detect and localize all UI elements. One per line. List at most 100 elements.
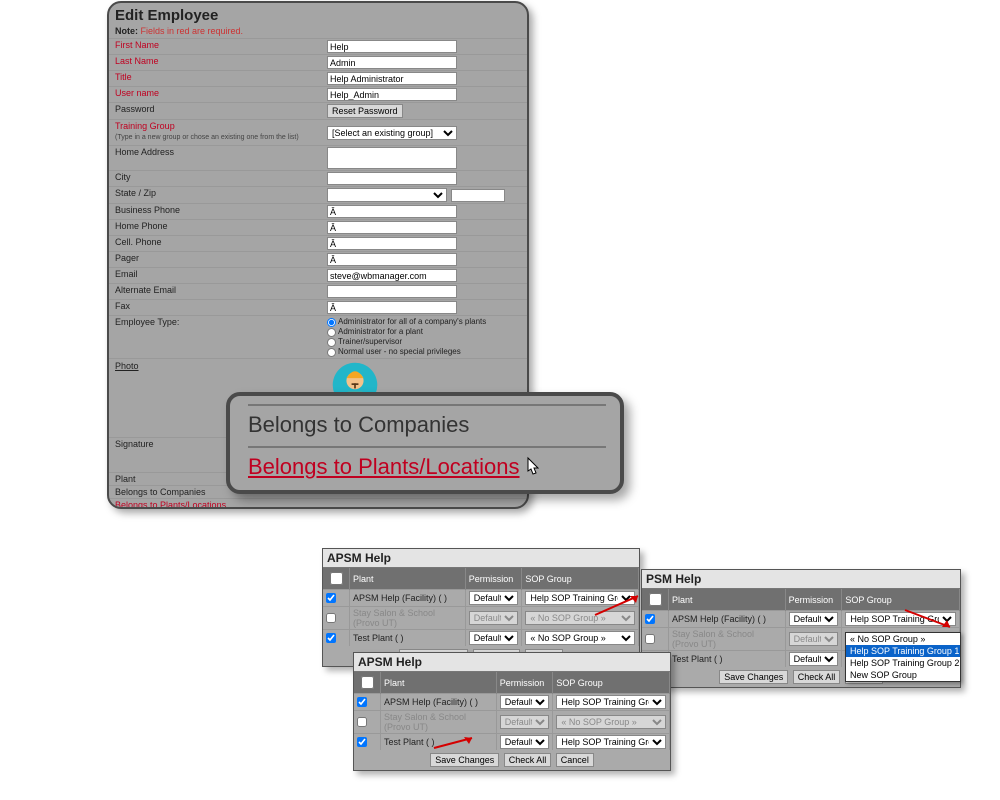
label-first-name: First Name	[109, 39, 327, 54]
plant-cell: APSM Help (Facility) ( )	[669, 611, 786, 628]
table-row: Stay Salon & School (Provo UT)Default « N…	[354, 711, 670, 734]
plant-cell: Test Plant ( )	[350, 630, 466, 647]
sop-group-select[interactable]: Help SOP Training Group 1	[525, 591, 635, 605]
dropdown-option[interactable]: Help SOP Training Group 1	[846, 645, 960, 657]
callout-plants-link[interactable]: Belongs to Plants/Locations	[248, 448, 606, 486]
col-plant: Plant	[381, 672, 497, 694]
col-plant: Plant	[350, 568, 466, 590]
belongs-callout: Belongs to Companies Belongs to Plants/L…	[226, 392, 624, 494]
label-fax: Fax	[109, 300, 327, 315]
table-row: Stay Salon & School (Provo UT)Default« N…	[323, 607, 639, 630]
row-checkbox[interactable]	[357, 697, 367, 707]
apsm2-save-button[interactable]: Save Changes	[719, 670, 788, 684]
fax-input[interactable]	[327, 301, 457, 314]
apsm3-check-all-header[interactable]	[361, 676, 374, 689]
employee-type-radios: Administrator for all of a company's pla…	[327, 317, 486, 357]
table-row: APSM Help (Facility) ( )DefaultHelp SOP …	[354, 694, 670, 711]
required-note: Note: Fields in red are required.	[109, 26, 527, 38]
row-checkbox[interactable]	[326, 593, 336, 603]
label-state-zip: State / Zip	[109, 187, 327, 203]
col-permission: Permission	[496, 672, 553, 694]
plant-cell: APSM Help (Facility) ( )	[350, 590, 466, 607]
alt-email-input[interactable]	[327, 285, 457, 298]
permission-select[interactable]: Default	[469, 611, 519, 625]
username-input[interactable]	[327, 88, 457, 101]
plant-cell: Stay Salon & School (Provo UT)	[381, 711, 497, 734]
business-phone-input[interactable]	[327, 205, 457, 218]
permission-select[interactable]: Default	[789, 612, 839, 626]
pager-input[interactable]	[327, 253, 457, 266]
sop-group-select[interactable]: Help SOP Training Group 1	[556, 695, 666, 709]
apsm3-checkall-button[interactable]: Check All	[504, 753, 552, 767]
zip-input[interactable]	[451, 189, 505, 202]
email-input[interactable]	[327, 269, 457, 282]
training-group-select[interactable]: [Select an existing group]	[327, 126, 457, 140]
label-username: User name	[109, 87, 327, 102]
plant-cell: Stay Salon & School (Provo UT)	[669, 628, 786, 651]
callout-companies[interactable]: Belongs to Companies	[248, 404, 606, 448]
row-checkbox[interactable]	[326, 633, 336, 643]
sop-group-select[interactable]: Help SOP Training Group 1	[845, 612, 956, 626]
cell-phone-input[interactable]	[327, 237, 457, 250]
first-name-input[interactable]	[327, 40, 457, 53]
permission-select[interactable]: Default	[500, 695, 550, 709]
radio-normal[interactable]	[327, 348, 336, 357]
label-training-group: Training Group (Type in a new group or c…	[109, 120, 327, 145]
apsm1-check-all-header[interactable]	[330, 572, 343, 585]
label-password: Password	[109, 103, 327, 119]
apsm3-cancel-button[interactable]: Cancel	[556, 753, 594, 767]
radio-admin-company[interactable]	[327, 318, 336, 327]
reset-password-button[interactable]: Reset Password	[327, 104, 403, 118]
sop-group-dropdown-open[interactable]: « No SOP Group »Help SOP Training Group …	[845, 632, 961, 682]
label-business-phone: Business Phone	[109, 204, 327, 219]
city-input[interactable]	[327, 172, 457, 185]
table-row: APSM Help (Facility) ( )Default Help SOP …	[642, 611, 960, 628]
table-row: APSM Help (Facility) ( )Default Help SOP …	[323, 590, 639, 607]
home-address-input[interactable]	[327, 147, 457, 169]
permission-select[interactable]: Default	[789, 652, 839, 666]
row-checkbox[interactable]	[326, 613, 336, 623]
sop-group-select[interactable]: « No SOP Group »	[525, 611, 635, 625]
apsm2-title: PSM Help	[642, 570, 960, 589]
label-city: City	[109, 171, 327, 186]
col-permission: Permission	[785, 589, 842, 611]
row-checkbox[interactable]	[645, 634, 655, 644]
row-checkbox[interactable]	[645, 614, 655, 624]
label-employee-type: Employee Type:	[109, 316, 327, 358]
panel-title: Edit Employee	[109, 3, 527, 26]
label-home-phone: Home Phone	[109, 220, 327, 235]
dropdown-option[interactable]: « No SOP Group »	[846, 633, 960, 645]
table-row: Test Plant ( )DefaultHelp SOP Training G…	[354, 734, 670, 751]
permission-select[interactable]: Default	[789, 632, 839, 646]
sop-group-select[interactable]: « No SOP Group »	[556, 715, 666, 729]
row-checkbox[interactable]	[357, 737, 367, 747]
sop-group-select[interactable]: « No SOP Group »	[525, 631, 635, 645]
apsm1-table: Plant Permission SOP Group APSM Help (Fa…	[323, 568, 639, 646]
radio-trainer[interactable]	[327, 338, 336, 347]
dropdown-option[interactable]: New SOP Group	[846, 669, 960, 681]
label-email: Email	[109, 268, 327, 283]
permission-select[interactable]: Default	[469, 631, 519, 645]
title-input[interactable]	[327, 72, 457, 85]
apsm3-save-button[interactable]: Save Changes	[430, 753, 499, 767]
dropdown-option[interactable]: Help SOP Training Group 2	[846, 657, 960, 669]
apsm1-title: APSM Help	[323, 549, 639, 568]
permission-select[interactable]: Default	[469, 591, 519, 605]
apsm2-check-all-header[interactable]	[649, 593, 662, 606]
col-sop: SOP Group	[522, 568, 639, 590]
row-belongs-plants[interactable]: Belongs to Plants/Locations	[109, 498, 527, 509]
apsm3-title: APSM Help	[354, 653, 670, 672]
col-sop: SOP Group	[553, 672, 670, 694]
label-last-name: Last Name	[109, 55, 327, 70]
label-cell-phone: Cell. Phone	[109, 236, 327, 251]
apsm2-checkall-button[interactable]: Check All	[793, 670, 841, 684]
sop-group-select[interactable]: Help SOP Training Group 1	[556, 735, 666, 749]
last-name-input[interactable]	[327, 56, 457, 69]
label-title: Title	[109, 71, 327, 86]
state-select[interactable]	[327, 188, 447, 202]
permission-select[interactable]: Default	[500, 715, 550, 729]
permission-select[interactable]: Default	[500, 735, 550, 749]
radio-admin-plant[interactable]	[327, 328, 336, 337]
home-phone-input[interactable]	[327, 221, 457, 234]
row-checkbox[interactable]	[357, 717, 367, 727]
